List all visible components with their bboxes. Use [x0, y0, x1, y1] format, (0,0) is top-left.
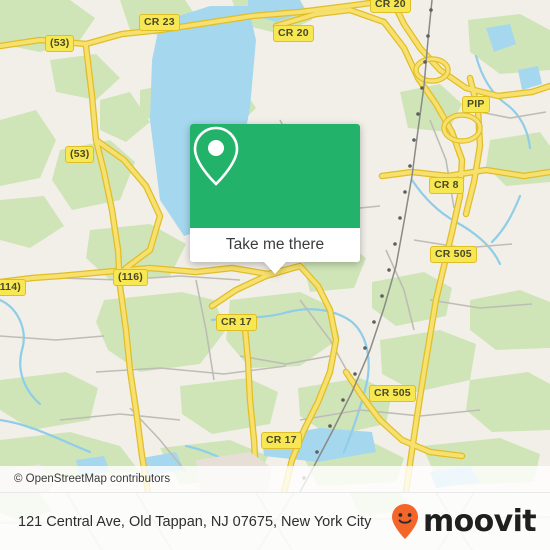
address-footer: 121 Central Ave, Old Tappan, NJ 07675, N…	[0, 492, 550, 550]
popup-body: Take me there	[190, 124, 360, 262]
map-attribution-bar: © OpenStreetMap contributors	[0, 466, 550, 492]
address-text: 121 Central Ave, Old Tappan, NJ 07675, N…	[18, 513, 372, 530]
road-shield-label: CR 20	[370, 0, 411, 13]
road-shield-label: CR 17	[216, 314, 257, 331]
location-pin-icon	[193, 126, 239, 186]
road-shield-label: CR 17	[261, 432, 302, 449]
road-shield-label: CR 23	[139, 14, 180, 31]
moovit-smiley-pin-icon	[391, 504, 418, 539]
road-shield-label: CR 20	[273, 25, 314, 42]
road-shield-label: (114)	[0, 279, 26, 296]
take-me-there-label: Take me there	[225, 236, 325, 253]
moovit-logo[interactable]: moovit	[390, 503, 537, 541]
popup-action-bar[interactable]: Take me there	[190, 228, 360, 262]
popup-pointer-tail	[264, 262, 286, 274]
osm-attribution-text: © OpenStreetMap contributors	[14, 473, 171, 485]
map-canvas[interactable]: CR 23 CR 20 CR 20 (53) (53) PIP CR 8 CR 505 (116…	[0, 0, 550, 492]
road-shield-label: (53)	[45, 35, 75, 52]
moovit-wordmark: moovit	[422, 504, 537, 539]
road-shield-label: PIP	[462, 96, 490, 113]
road-shield-label: CR 505	[369, 385, 416, 402]
road-shield-label: (53)	[65, 146, 95, 163]
location-popup-card[interactable]: Take me there	[190, 124, 360, 274]
road-shield-label: CR 505	[430, 246, 477, 263]
road-shield-label: (116)	[113, 269, 148, 286]
popup-header	[190, 124, 360, 228]
road-shield-label: CR 8	[429, 177, 464, 194]
moovit-map-screen: CR 23 CR 20 CR 20 (53) (53) PIP CR 8 CR 505 (116…	[0, 0, 550, 550]
